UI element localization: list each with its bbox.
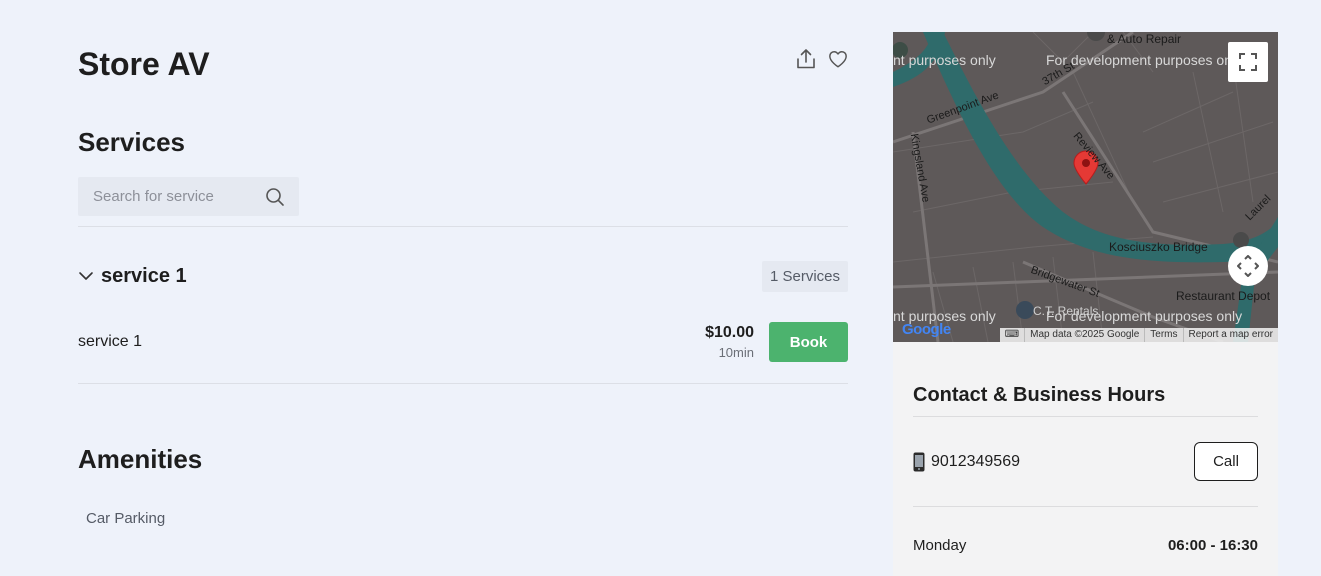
fullscreen-icon xyxy=(1239,53,1257,71)
map-pan-button[interactable] xyxy=(1228,246,1268,286)
service-search xyxy=(78,177,299,216)
map-dev-watermark: nt purposes only xyxy=(893,52,996,68)
phone-row: 9012349569 xyxy=(913,452,1020,472)
contact-title: Contact & Business Hours xyxy=(913,384,1166,406)
map-data-credit: Map data ©2025 Google xyxy=(1024,328,1144,342)
divider xyxy=(913,506,1258,507)
divider xyxy=(78,226,848,227)
location-map[interactable]: Greenpoint Ave Kingsland Ave 37th St Rev… xyxy=(893,32,1278,342)
map-street-label: Restaurant Depot xyxy=(1176,289,1271,303)
call-button[interactable]: Call xyxy=(1194,442,1258,481)
hours-time: 06:00 - 16:30 xyxy=(1167,537,1258,554)
category-name: service 1 xyxy=(101,264,187,287)
business-hours-row: Monday 06:00 - 16:30 xyxy=(913,537,1258,554)
map-attribution: ⌨ Map data ©2025 Google Terms Report a m… xyxy=(999,328,1278,342)
pan-arrows-icon xyxy=(1237,255,1259,277)
mobile-phone-icon xyxy=(913,452,925,472)
divider xyxy=(78,383,848,384)
map-dev-watermark: For development purposes only xyxy=(1046,52,1243,68)
map-street-label: & Auto Repair xyxy=(1107,32,1182,46)
hours-day: Monday xyxy=(913,537,967,554)
amenity-item: Car Parking xyxy=(86,510,166,527)
service-price: $10.00 xyxy=(705,324,754,341)
store-title: Store AV xyxy=(78,46,210,82)
google-logo: Google xyxy=(902,321,951,338)
service-category[interactable]: service 1 1 Services xyxy=(78,260,848,292)
search-icon[interactable] xyxy=(265,187,285,207)
divider xyxy=(913,416,1258,417)
store-actions xyxy=(796,48,848,70)
service-item: service 1 $10.00 10min Book xyxy=(78,322,848,362)
phone-number: 9012349569 xyxy=(931,453,1020,470)
service-name: service 1 xyxy=(78,333,143,350)
heart-icon[interactable] xyxy=(828,48,848,70)
contact-panel: Contact & Business Hours 9012349569 Call… xyxy=(893,342,1278,576)
service-search-input[interactable] xyxy=(93,188,253,205)
service-price-block: $10.00 10min xyxy=(705,324,754,360)
map-dev-watermark: For development purposes only xyxy=(1046,308,1243,324)
share-icon[interactable] xyxy=(796,48,816,70)
category-count-badge: 1 Services xyxy=(761,260,848,292)
google-logo-text: Google xyxy=(902,321,951,338)
map-street-label: Kosciuszko Bridge xyxy=(1109,240,1208,254)
services-title: Services xyxy=(78,127,185,157)
book-button[interactable]: Book xyxy=(769,322,848,362)
map-fullscreen-button[interactable] xyxy=(1228,42,1268,82)
amenities-title: Amenities xyxy=(78,444,203,474)
map-terms-link[interactable]: Terms xyxy=(1144,328,1182,342)
service-duration: 10min xyxy=(718,345,754,360)
chevron-down-icon[interactable] xyxy=(78,271,96,281)
keyboard-icon[interactable]: ⌨ xyxy=(1000,328,1024,342)
map-report-error-link[interactable]: Report a map error xyxy=(1182,328,1278,342)
